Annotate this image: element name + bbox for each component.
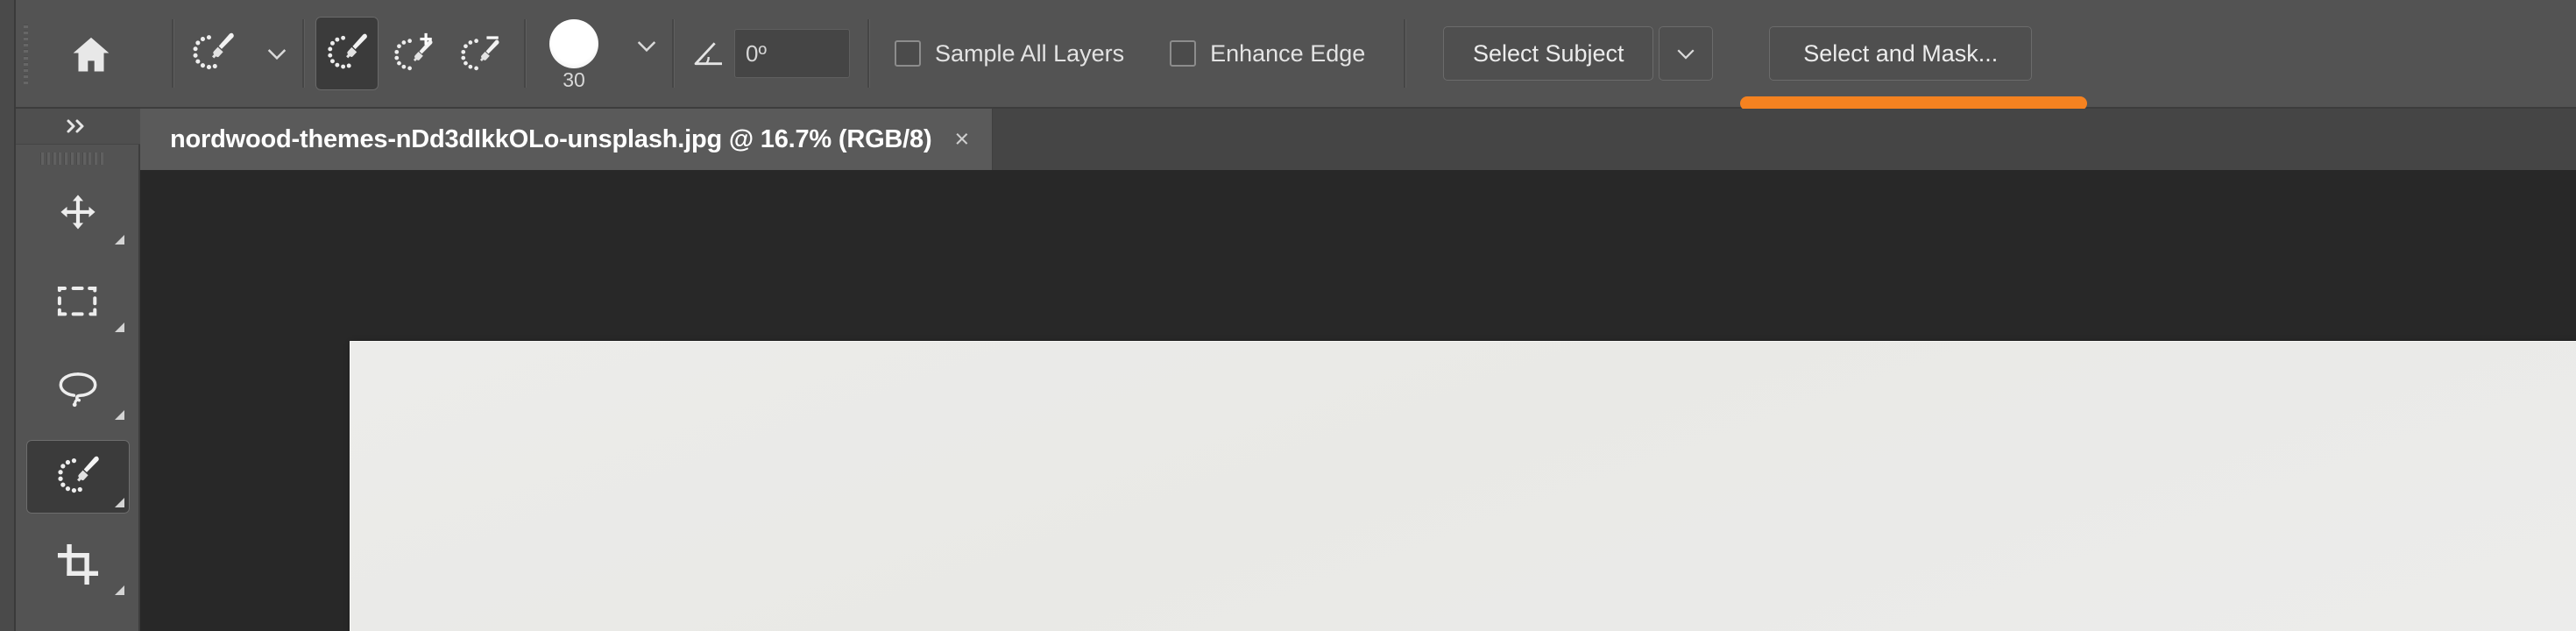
quick-selection-icon <box>188 29 237 78</box>
sample-all-layers-label: Sample All Layers <box>935 39 1125 67</box>
brush-tip-preview <box>549 18 598 68</box>
sidebar-tool-move[interactable] <box>26 177 130 251</box>
tool-flyout-indicator <box>115 323 124 332</box>
tool-flyout-indicator <box>115 410 124 420</box>
home-button[interactable] <box>54 18 128 91</box>
brush-preview-button[interactable]: 30 <box>527 5 621 102</box>
tool-preset-group <box>174 0 302 108</box>
divider-6 <box>1404 19 1407 88</box>
checkbox-box[interactable] <box>1170 40 1197 67</box>
canvas-image[interactable] <box>350 342 2576 631</box>
quick-selection-add-icon <box>390 30 437 77</box>
selection-mode-group <box>314 0 513 108</box>
divider-4 <box>672 19 675 88</box>
brush-size-group: 30 <box>527 0 672 108</box>
move-icon <box>56 192 100 236</box>
sidebar-tool-rectangular-marquee[interactable] <box>26 265 130 338</box>
sidebar-tool-crop[interactable] <box>26 528 130 601</box>
brush-size-value: 30 <box>563 67 585 91</box>
tools-panel-drag-handle[interactable] <box>40 152 103 165</box>
marquee-icon <box>55 283 101 320</box>
canvas-viewport[interactable] <box>140 170 2576 631</box>
divider-2 <box>302 19 305 88</box>
angle-icon <box>691 36 726 71</box>
angle-input[interactable] <box>734 29 850 78</box>
home-icon <box>68 32 114 77</box>
tools-panel-left-rail <box>0 109 16 631</box>
close-icon[interactable]: × <box>954 126 969 152</box>
quick-selection-icon <box>53 452 103 501</box>
angle-group <box>683 0 850 108</box>
select-and-mask-button[interactable]: Select and Mask... <box>1769 26 2033 81</box>
tool-preset-preview[interactable] <box>174 17 251 90</box>
selection-mode-new-selection[interactable] <box>315 17 379 90</box>
select-subject-group: Select Subject <box>1443 0 1714 108</box>
tool-preset-caret-button[interactable] <box>251 17 302 90</box>
quick-selection-subtract-icon <box>456 30 504 77</box>
enhance-edge-checkbox[interactable]: Enhance Edge <box>1161 17 1374 90</box>
divider-5 <box>867 19 870 88</box>
crop-icon <box>55 542 101 587</box>
angle-icon-wrap <box>683 17 734 90</box>
options-bar-drag-handle[interactable] <box>24 25 28 84</box>
tool-flyout-indicator <box>115 498 124 507</box>
select-subject-caret-button[interactable] <box>1659 26 1714 81</box>
expand-tools-panel-button[interactable] <box>16 109 140 145</box>
sample-all-layers-checkbox[interactable]: Sample All Layers <box>886 17 1133 90</box>
select-subject-button[interactable]: Select Subject <box>1443 26 1654 81</box>
brush-options-caret-button[interactable] <box>621 9 672 82</box>
enhance-edge-label: Enhance Edge <box>1210 39 1366 67</box>
selection-mode-add-to-selection[interactable] <box>382 17 445 90</box>
checkbox-box[interactable] <box>895 40 921 67</box>
tool-list <box>16 177 140 615</box>
tool-flyout-indicator <box>115 585 124 595</box>
chevron-down-icon <box>633 32 661 60</box>
sidebar-tool-quick-selection[interactable] <box>26 440 130 514</box>
tool-flyout-indicator <box>115 235 124 245</box>
quick-selection-icon <box>323 30 371 77</box>
tools-panel <box>0 109 140 631</box>
document-tab-strip: nordwood-themes-nDd3dIkkOLo-unsplash.jpg… <box>140 109 2576 170</box>
document-area: nordwood-themes-nDd3dIkkOLo-unsplash.jpg… <box>140 109 2576 631</box>
selection-mode-subtract-from-selection[interactable] <box>449 17 512 90</box>
chevron-down-icon <box>263 39 291 67</box>
double-chevron-right-icon <box>63 117 93 135</box>
document-tab[interactable]: nordwood-themes-nDd3dIkkOLo-unsplash.jpg… <box>140 109 994 170</box>
options-bar-left-rail <box>0 0 16 109</box>
lasso-icon <box>54 369 102 409</box>
options-bar: 30 0º Sample All Layers Enhance Edge Sel… <box>0 0 2576 109</box>
photoshop-window: 30 0º Sample All Layers Enhance Edge Sel… <box>0 0 2576 631</box>
sidebar-tool-lasso[interactable] <box>26 352 130 426</box>
document-tab-title: nordwood-themes-nDd3dIkkOLo-unsplash.jpg… <box>170 124 932 153</box>
chevron-down-icon <box>1673 40 1699 67</box>
